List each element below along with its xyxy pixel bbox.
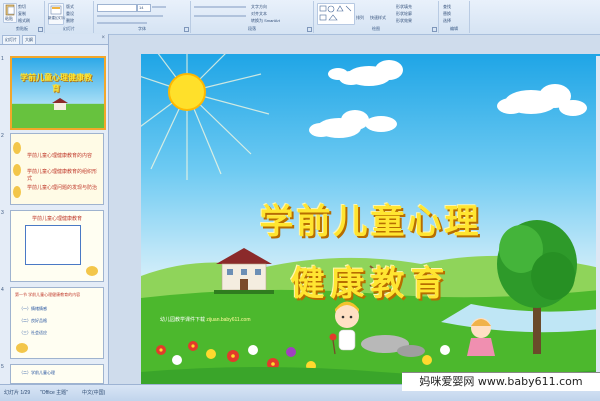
font-size-box[interactable]: 14 [137,4,151,12]
leaf-decoration-icon [86,266,98,276]
credit-url: zijuan.baby611.com [206,317,251,323]
slide-title-line-2[interactable]: 健康教育 [141,256,600,305]
thumbnail-heading: 第一节 学前儿童心理健康教育的内容 [15,292,81,297]
cloud-icon [309,110,397,138]
slide-thumbnail-panel: 幻灯片 大纲 × 1 学前儿童心理健康教育 2 学前儿童心理健康教育的内容 学前… [0,34,109,384]
thumbnail-number: 2 [1,133,4,139]
font-size-buttons[interactable] [152,6,166,8]
cut-button[interactable]: 剪切 [18,4,26,10]
rock-icon [397,345,425,357]
thumbnail-number: 4 [1,287,4,293]
shapes-icon [319,5,352,21]
thumbnail-heading: （二）学前儿童心理 [19,370,55,375]
font-name-box[interactable] [97,4,137,12]
thumbnail-content-box [25,225,81,265]
slide-thumbnail-4[interactable]: 第一节 学前儿童心理健康教育的内容 （一）情绪情感 （二）良好品格 （三）社会适… [10,287,104,359]
shape-effects-button[interactable]: 形状效果 [396,18,412,24]
language-status: 中文(中国) [82,390,106,396]
paragraph-launcher[interactable] [307,27,312,32]
clipboard-group: 粘贴 剪切 复制 格式刷 剪贴板 [0,1,45,33]
panel-tabs: 幻灯片 大纲 × [0,34,108,45]
leaf-decoration-icon [16,343,28,353]
sun-rays [141,54,270,180]
paragraph-group: 文字方向 对齐文本 转换为 SmartArt 段落 [191,1,314,33]
paragraph-group-label: 段落 [248,26,256,31]
site-watermark: 妈咪爱婴网 www.baby611.com [402,372,600,391]
thumbnail-number: 1 [1,56,4,62]
slide-credit: 幼儿园教学课件下载 zijuan.baby611.com [160,316,251,323]
drawing-group: 排列 快速样式 形状填充 形状轮廓 形状效果 绘图 [314,1,439,33]
credit-label: 幼儿园教学课件下载 [160,317,206,323]
slides-group: 新建幻灯片 版式 重设 删除 幻灯片 [45,1,94,33]
close-panel-icon[interactable]: × [101,35,105,41]
thumbnail-house-icon [52,98,68,110]
editing-group-label: 编辑 [450,26,458,31]
new-slide-button[interactable]: 新建幻灯片 [48,3,66,25]
tab-slides[interactable]: 幻灯片 [2,35,20,44]
font-effect-buttons[interactable] [97,22,147,24]
copy-button[interactable]: 复制 [18,11,26,17]
ribbon: 粘贴 剪切 复制 格式刷 剪贴板 新建幻灯片 版式 重设 删除 幻灯片 14 字… [0,0,600,35]
new-slide-icon [50,5,62,15]
cloud-icon [497,84,587,116]
quick-styles-button[interactable]: 快速样式 [370,15,386,21]
font-style-buttons[interactable] [97,15,163,17]
delete-button[interactable]: 删除 [66,18,74,24]
text-direction-button[interactable]: 文字方向 [251,4,267,10]
layout-button[interactable]: 版式 [66,4,74,10]
thumbnail-title: 学前儿童心理健康教育 [20,73,92,93]
thumbnail-line: （三）社会适应 [19,330,47,335]
editing-group: 查找 替换 选择 编辑 [439,1,470,33]
slide-thumbnail-3[interactable]: 学前儿童心理健康教育 [10,210,104,282]
arrange-button[interactable]: 排列 [356,15,364,21]
find-button[interactable]: 查找 [443,4,451,10]
vertical-scrollbar[interactable] [596,56,600,382]
paste-icon [5,4,15,16]
font-launcher[interactable] [184,27,189,32]
shape-outline-button[interactable]: 形状轮廓 [396,11,412,17]
theme-status: "Office 主题" [40,390,68,396]
drawing-group-label: 绘图 [372,26,380,31]
font-group-label: 字体 [138,26,146,31]
smartart-button[interactable]: 转换为 SmartArt [251,18,280,24]
select-button[interactable]: 选择 [443,18,451,24]
thumbnail-item: 学前儿童心理健康教育的组织形式 [27,169,98,182]
thumbnail-heading: 学前儿童心理健康教育 [31,216,82,222]
slide-thumbnail-2[interactable]: 学前儿童心理健康教育的内容 学前儿童心理健康教育的组织形式 学前儿童心理问题的发… [10,133,104,205]
thumbnail-item: 学前儿童心理问题的发现与防治 [27,185,98,191]
align-buttons[interactable] [194,15,246,17]
slides-group-label: 幻灯片 [63,26,75,31]
font-group: 14 字体 [94,1,191,33]
paste-button[interactable]: 粘贴 [3,3,17,23]
replace-button[interactable]: 替换 [443,11,451,17]
slide-canvas[interactable]: 学前儿童心理 健康教育 [141,54,600,384]
shape-fill-button[interactable]: 形状填充 [396,4,412,10]
thumbnail-line: （二）良好品格 [19,318,47,323]
thumbnail-number: 5 [1,364,4,370]
thumbnail-line: （一）情绪情感 [19,306,47,311]
slide-title-line-1[interactable]: 学前儿童心理 [141,194,600,243]
tab-outline[interactable]: 大纲 [22,35,36,44]
thumbnail-number: 3 [1,210,4,216]
new-slide-label: 新建幻灯片 [48,16,66,20]
reset-button[interactable]: 重设 [66,11,74,17]
slide-thumbnail-1[interactable]: 学前儿童心理健康教育 [10,56,106,130]
leaf-decoration-icon [13,142,21,198]
paste-label: 粘贴 [5,16,13,21]
slide-thumbnail-5[interactable]: （二）学前儿童心理 [10,364,104,384]
slide-number-status: 幻灯片 1/29 [4,390,31,396]
shapes-gallery[interactable] [317,3,355,25]
cloud-icon [328,60,403,86]
thumbnail-item: 学前儿童心理健康教育的内容 [27,153,93,159]
align-text-button[interactable]: 对齐文本 [251,11,267,17]
list-buttons[interactable] [194,6,246,8]
format-painter-button[interactable]: 格式刷 [18,18,30,24]
font-size-value: 14 [139,5,144,10]
sun-icon [168,73,206,111]
clipboard-launcher[interactable] [38,27,43,32]
drawing-launcher[interactable] [432,27,437,32]
